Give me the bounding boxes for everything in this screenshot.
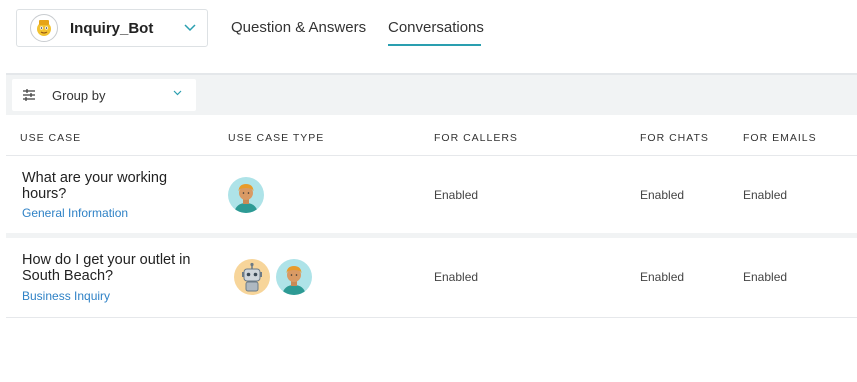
use-case-category-link[interactable]: Business Inquiry bbox=[22, 289, 110, 303]
divider bbox=[6, 155, 857, 156]
bot-mascot-icon bbox=[30, 14, 58, 42]
for-emails-status: Enabled bbox=[743, 270, 788, 284]
use-case-category-link[interactable]: General Information bbox=[22, 206, 128, 220]
row-separator bbox=[6, 233, 857, 238]
group-by-dropdown[interactable]: Group by bbox=[12, 79, 196, 111]
for-chats-status: Enabled bbox=[640, 270, 685, 284]
sliders-icon bbox=[23, 89, 35, 101]
use-case-title[interactable]: What are your working hours? bbox=[22, 170, 212, 202]
chevron-down-icon bbox=[173, 90, 182, 96]
toolbar: Group by bbox=[6, 73, 857, 115]
group-by-label: Group by bbox=[52, 87, 106, 103]
header-use-case: USE CASE bbox=[20, 132, 82, 144]
for-chats-status: Enabled bbox=[640, 188, 685, 202]
header-for-emails: FOR EMAILS bbox=[743, 132, 817, 144]
tab-conversations[interactable]: Conversations bbox=[388, 19, 484, 36]
active-tab-indicator bbox=[388, 44, 481, 46]
tab-question-answers[interactable]: Question & Answers bbox=[231, 19, 366, 36]
bot-name: Inquiry_Bot bbox=[70, 19, 154, 37]
header-use-case-type: USE CASE TYPE bbox=[228, 132, 325, 144]
header-for-chats: FOR CHATS bbox=[640, 132, 709, 144]
chevron-down-icon bbox=[184, 24, 196, 32]
for-callers-status: Enabled bbox=[434, 188, 479, 202]
divider bbox=[6, 317, 857, 318]
for-callers-status: Enabled bbox=[434, 270, 479, 284]
for-emails-status: Enabled bbox=[743, 188, 788, 202]
human-agent-icon bbox=[228, 177, 264, 213]
bot-selector[interactable]: Inquiry_Bot bbox=[16, 9, 208, 47]
robot-icon bbox=[234, 259, 270, 295]
header-for-callers: FOR CALLERS bbox=[434, 132, 518, 144]
human-agent-icon bbox=[276, 259, 312, 295]
use-case-title[interactable]: How do I get your outlet in South Beach? bbox=[22, 252, 212, 284]
